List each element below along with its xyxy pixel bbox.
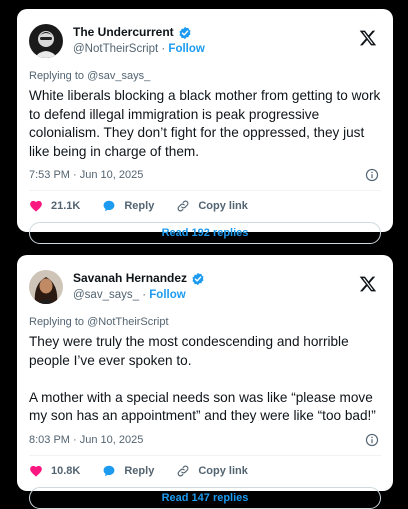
tweet-text: They were truly the most condescending a… bbox=[29, 334, 376, 423]
author-handle[interactable]: @sav_says_ bbox=[73, 289, 139, 301]
action-bar: 10.8K Reply Copy link bbox=[29, 456, 381, 486]
copy-link-label: Copy link bbox=[198, 464, 248, 477]
replying-to[interactable]: Replying to @NotTheirScript bbox=[29, 316, 381, 328]
info-icon[interactable] bbox=[365, 168, 379, 182]
separator: · bbox=[161, 43, 166, 55]
follow-button[interactable]: Follow bbox=[168, 43, 204, 55]
like-button[interactable]: 10.8K bbox=[29, 464, 80, 478]
tweet-card[interactable]: The Undercurrent @NotTheirScript · Follo… bbox=[17, 9, 393, 244]
timestamp[interactable]: 7:53 PM · Jun 10, 2025 bbox=[29, 169, 143, 181]
info-icon[interactable] bbox=[365, 433, 379, 447]
like-count: 10.8K bbox=[51, 464, 81, 477]
read-replies-button[interactable]: Read 147 replies bbox=[29, 486, 381, 509]
timestamp[interactable]: 8:03 PM · Jun 10, 2025 bbox=[29, 434, 143, 446]
tweet-text: White liberals blocking a black mother f… bbox=[29, 88, 381, 159]
reply-bubble-icon bbox=[103, 200, 115, 212]
tweet-header: The Undercurrent @NotTheirScript · Follo… bbox=[29, 21, 381, 61]
copy-link-label: Copy link bbox=[198, 200, 248, 212]
verified-badge-icon bbox=[192, 272, 204, 285]
separator: · bbox=[142, 289, 147, 301]
author-handle[interactable]: @NotTheirScript bbox=[73, 43, 158, 55]
reply-button[interactable]: Reply bbox=[102, 464, 154, 478]
tweet-card[interactable]: Savanah Hernandez @sav_says_ · Follow Re… bbox=[17, 255, 393, 509]
reply-label: Reply bbox=[124, 464, 155, 477]
like-button[interactable]: 21.1K bbox=[29, 199, 80, 213]
reply-button[interactable]: Reply bbox=[102, 199, 154, 213]
avatar[interactable] bbox=[29, 270, 63, 304]
follow-button[interactable]: Follow bbox=[149, 289, 185, 301]
x-logo-icon[interactable] bbox=[359, 275, 377, 293]
verified-badge-icon bbox=[179, 26, 191, 39]
action-bar: 21.1K Reply Copy link bbox=[29, 191, 381, 221]
like-count: 21.1K bbox=[51, 200, 81, 212]
x-logo-icon[interactable] bbox=[359, 29, 377, 47]
read-replies-button[interactable]: Read 192 replies bbox=[29, 222, 381, 244]
heart-icon bbox=[30, 465, 42, 477]
author-name[interactable]: Savanah Hernandez bbox=[73, 270, 187, 287]
copy-link-button[interactable]: Copy link bbox=[176, 464, 248, 478]
link-icon bbox=[177, 200, 189, 212]
replying-to[interactable]: Replying to @sav_says_ bbox=[29, 70, 381, 82]
reply-label: Reply bbox=[124, 200, 155, 212]
author-name[interactable]: The Undercurrent bbox=[73, 24, 174, 41]
tweet-header: Savanah Hernandez @sav_says_ · Follow bbox=[29, 267, 381, 307]
reply-bubble-icon bbox=[103, 465, 115, 476]
avatar[interactable] bbox=[29, 24, 63, 58]
link-icon bbox=[177, 465, 189, 476]
heart-icon bbox=[30, 200, 42, 212]
copy-link-button[interactable]: Copy link bbox=[176, 199, 248, 213]
